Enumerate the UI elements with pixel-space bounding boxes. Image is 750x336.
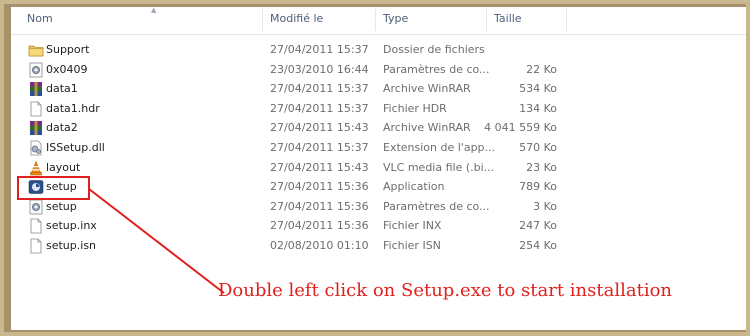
instruction-callout: Double left click on Setup.exe to start … [218, 280, 672, 301]
